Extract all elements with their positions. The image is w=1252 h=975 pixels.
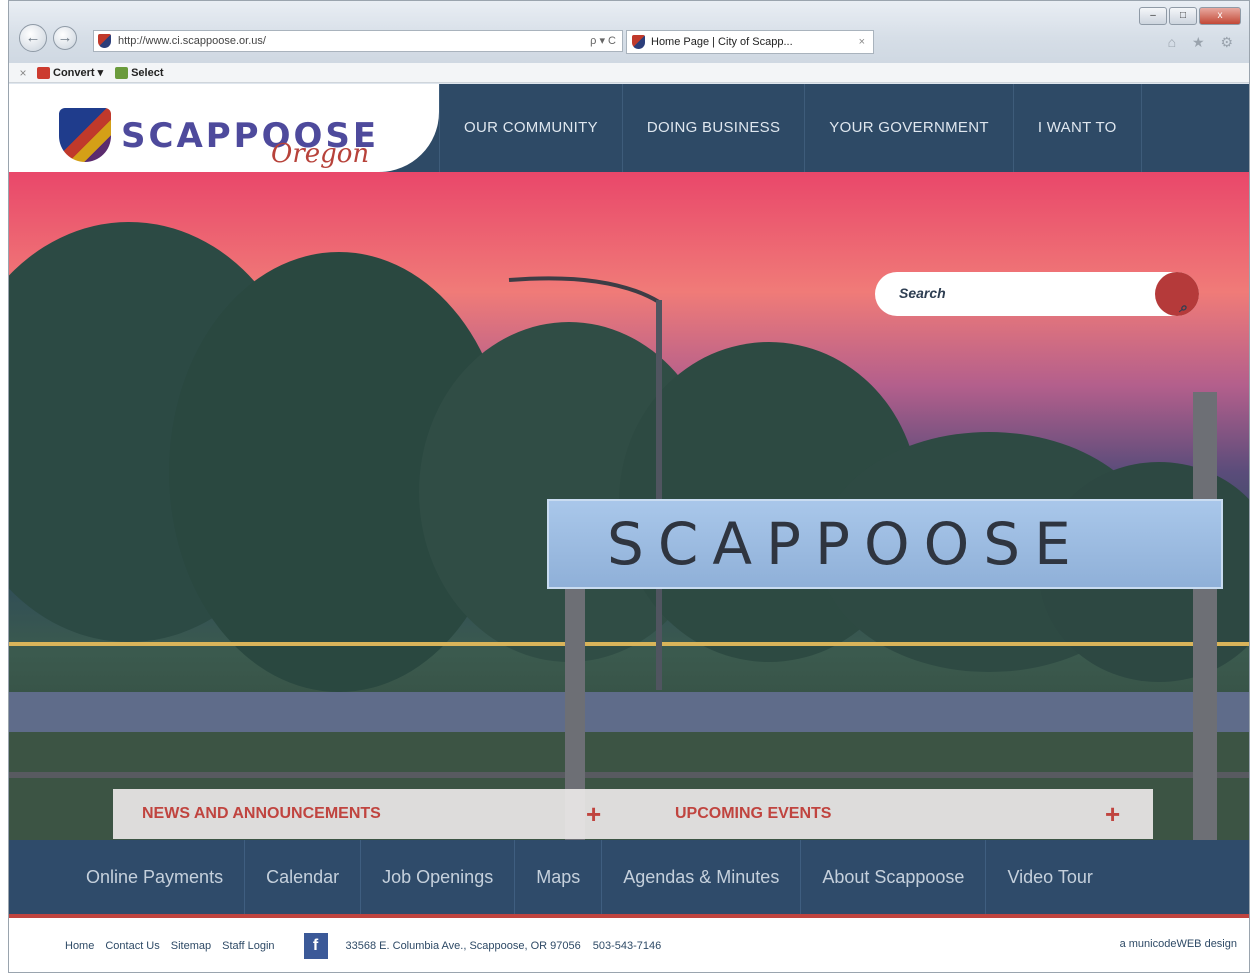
- scappoose-sign: SCAPPOOSE: [547, 499, 1223, 589]
- sign-post-right: [1193, 392, 1217, 840]
- close-toolbar-icon[interactable]: ×: [9, 66, 37, 80]
- news-panel-title: NEWS AND ANNOUNCEMENTS: [142, 805, 381, 822]
- footer-credit[interactable]: a municodeWEB design: [1120, 938, 1237, 950]
- nav-our-community[interactable]: OUR COMMUNITY: [439, 84, 622, 172]
- select-label: Select: [131, 66, 164, 79]
- footer-link-staff-login[interactable]: Staff Login: [222, 940, 274, 952]
- nav-your-government[interactable]: YOUR GOVERNMENT: [804, 84, 1013, 172]
- select-icon: [115, 66, 129, 79]
- accordion-panels: NEWS AND ANNOUNCEMENTS + UPCOMING EVENTS…: [113, 789, 1153, 839]
- site-logo[interactable]: SCAPPOOSE Oregon: [9, 84, 439, 172]
- footer-phone: 503-543-7146: [592, 940, 662, 952]
- browser-titlebar: ← → http://www.ci.scappoose.or.us/ ρ ▾ C…: [9, 1, 1249, 63]
- news-announcements-panel[interactable]: NEWS AND ANNOUNCEMENTS +: [142, 789, 612, 839]
- close-window-button[interactable]: x: [1199, 7, 1241, 25]
- forward-button[interactable]: →: [53, 26, 77, 50]
- tab-close-icon[interactable]: ×: [859, 31, 865, 53]
- address-bar[interactable]: http://www.ci.scappoose.or.us/ ρ ▾ C: [93, 30, 623, 52]
- convert-button[interactable]: Convert ▾: [37, 66, 103, 79]
- hero-image: SCAPPOOSE Search ⌕: [9, 172, 1249, 840]
- browser-tools-icons[interactable]: ⌂ ★ ⚙: [1168, 34, 1239, 51]
- facebook-icon[interactable]: f: [303, 933, 328, 959]
- minimize-button[interactable]: –: [1139, 7, 1167, 25]
- search-button[interactable]: ⌕: [1155, 272, 1199, 316]
- quick-link-maps[interactable]: Maps: [514, 840, 601, 914]
- expand-events-plus-icon[interactable]: +: [1105, 789, 1120, 839]
- quick-link-about-scappoose[interactable]: About Scappoose: [800, 840, 985, 914]
- footer-link-home[interactable]: Home: [65, 940, 94, 952]
- back-button[interactable]: ←: [19, 24, 47, 52]
- search-refresh-icons[interactable]: ρ ▾ C: [590, 31, 616, 51]
- nav-i-want-to[interactable]: I WANT TO: [1012, 84, 1142, 172]
- site-footer: Home Contact Us Sitemap Staff Login f 33…: [9, 918, 1249, 972]
- logo-subtext: Oregon: [271, 139, 370, 169]
- url-text: http://www.ci.scappoose.or.us/: [118, 35, 266, 47]
- quick-link-job-openings[interactable]: Job Openings: [360, 840, 514, 914]
- events-panel-title: UPCOMING EVENTS: [675, 805, 832, 822]
- search-box[interactable]: Search ⌕: [875, 272, 1199, 316]
- dropdown-arrow-icon: ▾: [97, 67, 104, 79]
- select-button[interactable]: Select: [115, 66, 164, 79]
- upcoming-events-panel[interactable]: UPCOMING EVENTS +: [675, 789, 1135, 839]
- tab-favicon-icon: [632, 35, 645, 49]
- search-input[interactable]: Search: [899, 285, 946, 301]
- convert-label: Convert: [53, 66, 95, 79]
- footer-link-sitemap[interactable]: Sitemap: [171, 940, 211, 952]
- nav-doing-business[interactable]: DOING BUSINESS: [621, 84, 804, 172]
- pdf-convert-icon: [37, 66, 50, 79]
- browser-window: ← → http://www.ci.scappoose.or.us/ ρ ▾ C…: [8, 0, 1250, 973]
- tab-home-page[interactable]: Home Page | City of Scapp... ×: [626, 30, 874, 54]
- quick-links-bar: Online Payments Calendar Job Openings Ma…: [9, 840, 1249, 914]
- tab-title: Home Page | City of Scapp...: [651, 36, 793, 48]
- window-controls: – □ x: [1139, 7, 1241, 27]
- quick-link-online-payments[interactable]: Online Payments: [65, 840, 244, 914]
- footer-link-contact-us[interactable]: Contact Us: [105, 940, 159, 952]
- site-shield-icon: [98, 34, 111, 48]
- quick-link-agendas-minutes[interactable]: Agendas & Minutes: [601, 840, 800, 914]
- footer-address: 33568 E. Columbia Ave., Scappoose, OR 97…: [345, 940, 581, 952]
- city-shield-icon: [59, 108, 111, 162]
- expand-news-plus-icon[interactable]: +: [586, 789, 601, 839]
- quick-link-video-tour[interactable]: Video Tour: [985, 840, 1113, 914]
- maximize-button[interactable]: □: [1169, 7, 1197, 25]
- search-icon: ⌕: [1179, 299, 1187, 315]
- command-bar: × Convert ▾ Select: [9, 63, 1249, 83]
- site-header: SCAPPOOSE Oregon OUR COMMUNITY DOING BUS…: [9, 84, 1249, 172]
- quick-link-calendar[interactable]: Calendar: [244, 840, 360, 914]
- web-page: SCAPPOOSE Oregon OUR COMMUNITY DOING BUS…: [9, 84, 1249, 972]
- main-navigation: OUR COMMUNITY DOING BUSINESS YOUR GOVERN…: [439, 84, 1142, 172]
